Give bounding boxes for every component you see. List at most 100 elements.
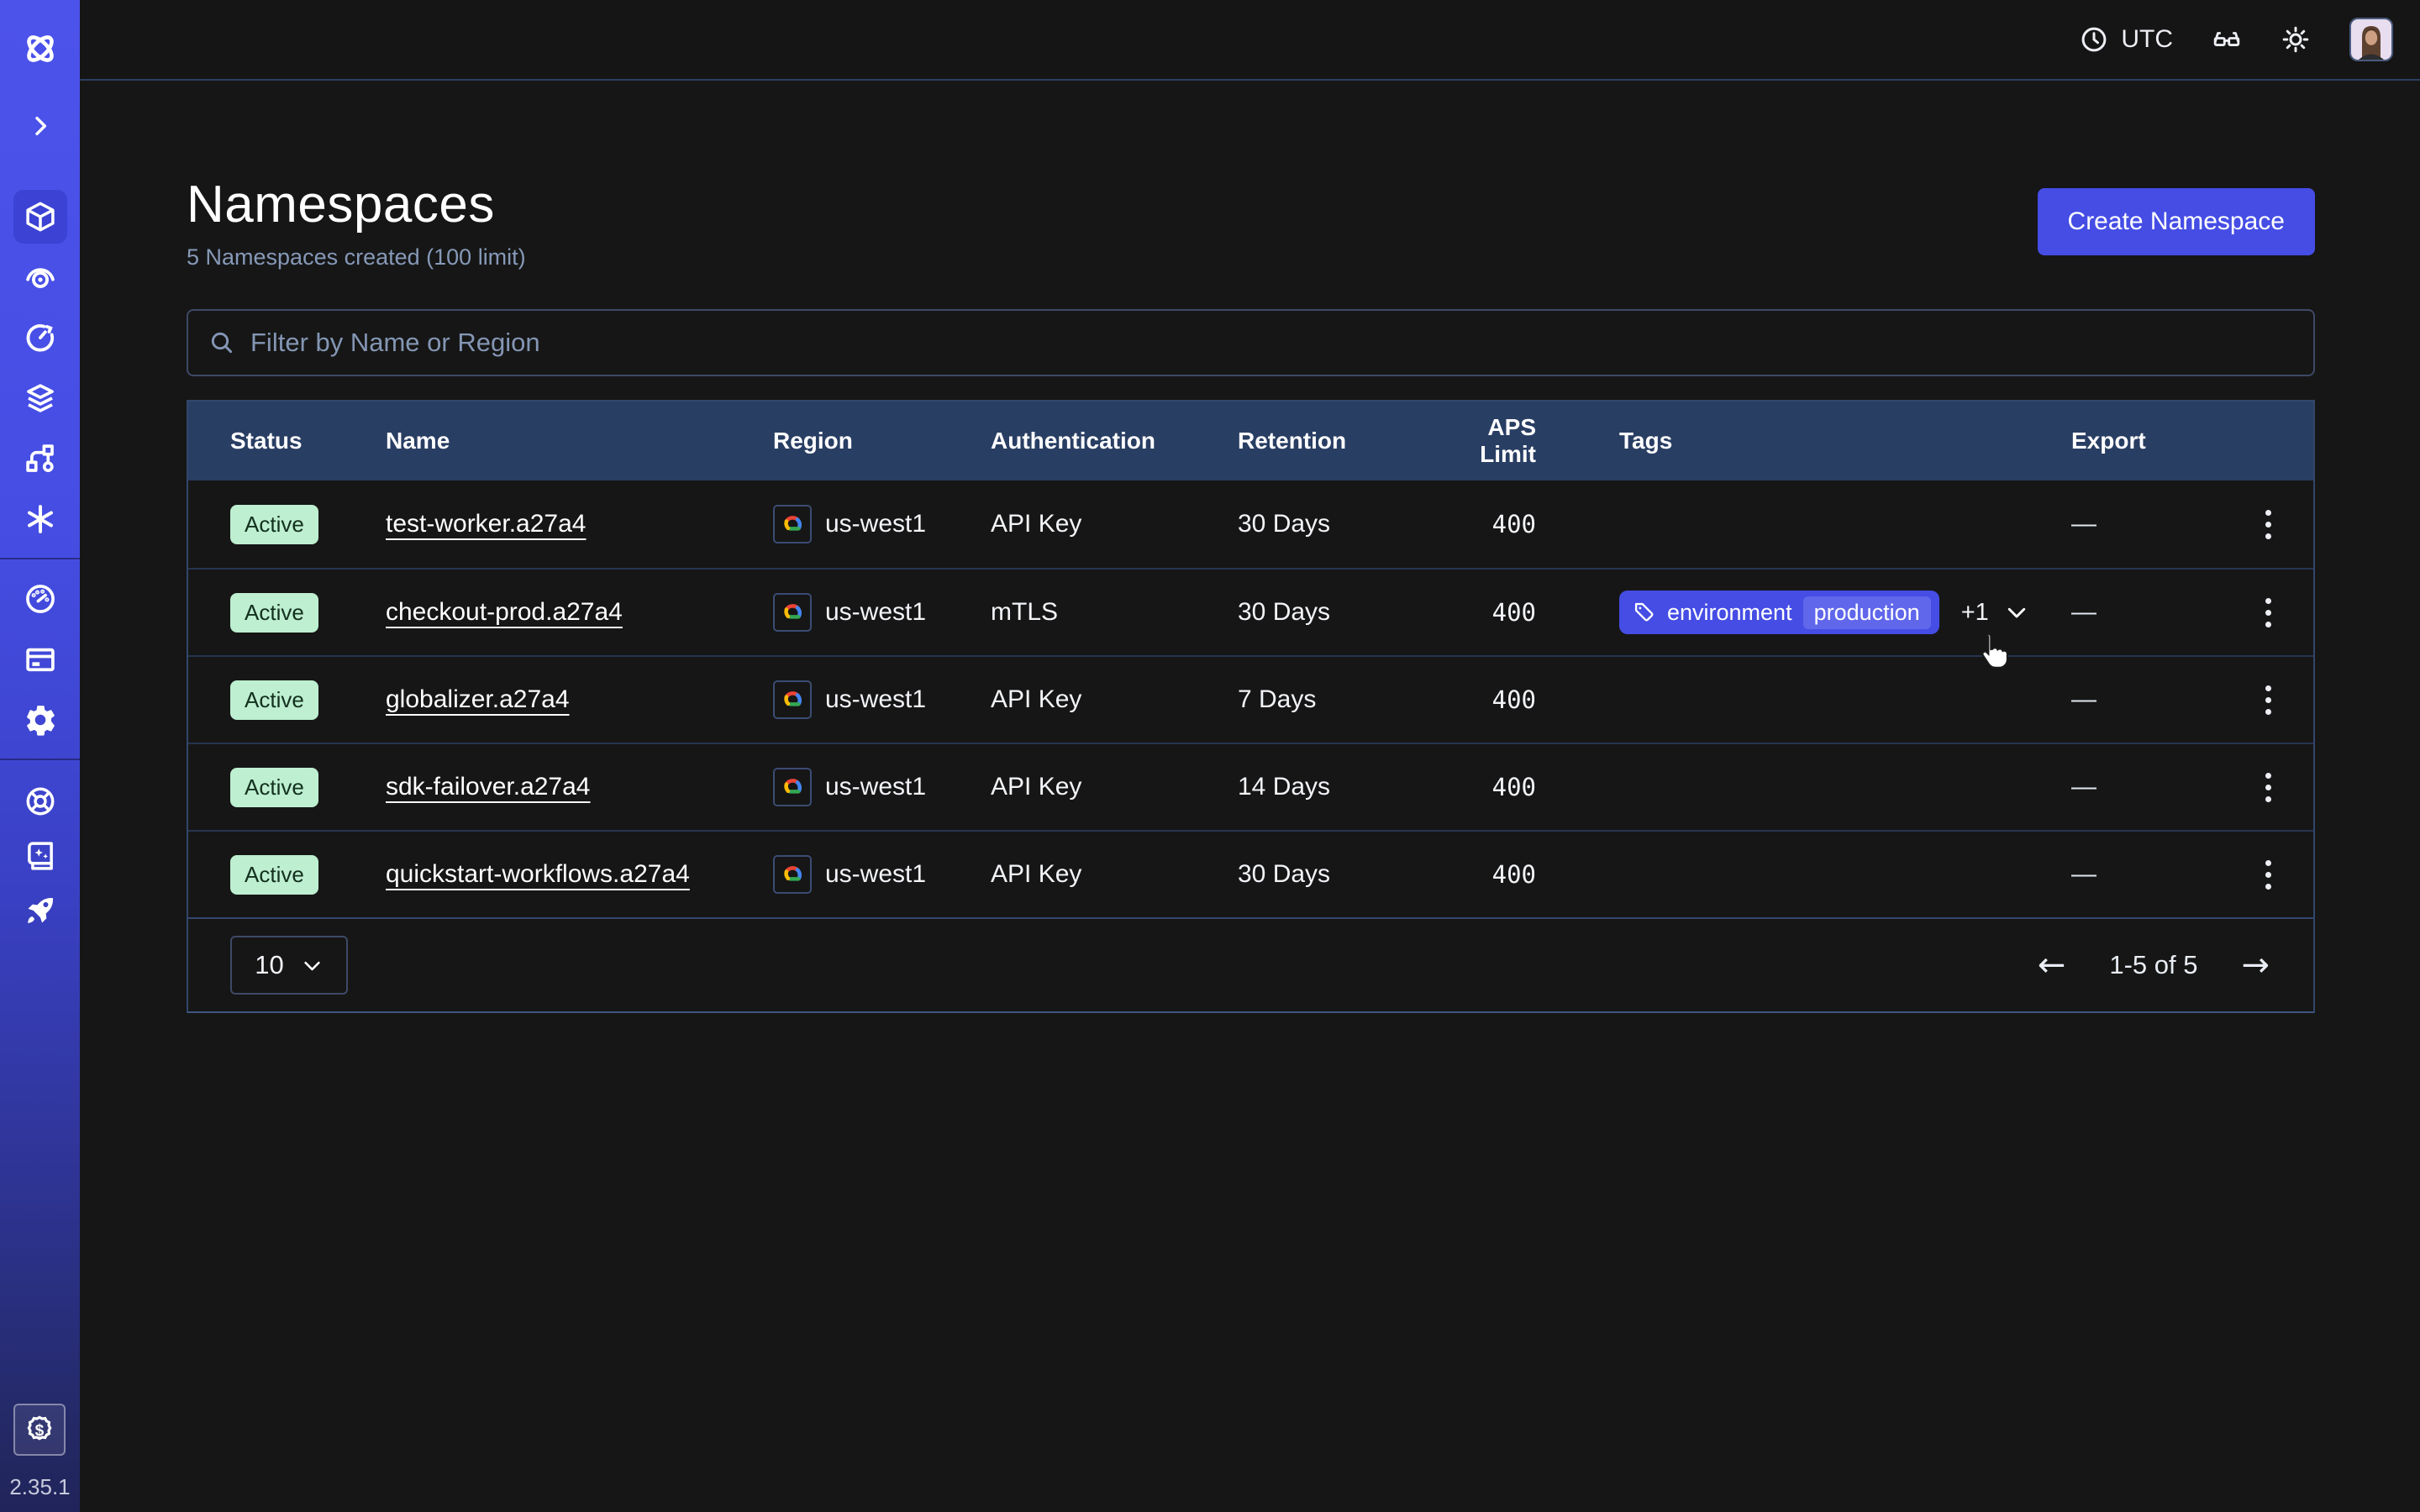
search-icon bbox=[208, 329, 235, 356]
export-value: — bbox=[2071, 598, 2240, 627]
sidebar-item-nexus[interactable] bbox=[13, 432, 67, 486]
row-actions-menu-button[interactable] bbox=[2260, 680, 2276, 720]
sidebar-item-stacks[interactable] bbox=[13, 371, 67, 425]
retention-period: 30 Days bbox=[1238, 510, 1431, 538]
topbar: UTC bbox=[80, 0, 2420, 81]
namespace-limit-subtitle: 5 Namespaces created (100 limit) bbox=[187, 244, 526, 270]
rocket-icon bbox=[23, 893, 58, 928]
table-row: Active test-worker.a27a4 us-west1 API Ke… bbox=[188, 480, 2313, 568]
more-tags-toggle[interactable]: +1 bbox=[1961, 599, 2029, 627]
svg-text:$: $ bbox=[35, 1422, 45, 1440]
namespace-link[interactable]: sdk-failover.a27a4 bbox=[386, 773, 591, 801]
labs-mode-button[interactable] bbox=[2212, 24, 2242, 55]
sidebar-item-support[interactable] bbox=[13, 774, 67, 828]
retention-period: 14 Days bbox=[1238, 773, 1431, 801]
sun-icon bbox=[2281, 24, 2311, 55]
namespace-link[interactable]: checkout-prod.a27a4 bbox=[386, 598, 623, 626]
retention-period: 30 Days bbox=[1238, 598, 1431, 627]
book-sparkles-icon bbox=[23, 838, 58, 874]
create-namespace-button[interactable]: Create Namespace bbox=[2038, 188, 2315, 255]
page-size-value: 10 bbox=[255, 950, 283, 980]
timer-icon bbox=[23, 320, 58, 355]
sidebar-item-services[interactable] bbox=[13, 492, 67, 546]
export-value: — bbox=[2071, 510, 2240, 538]
row-actions-menu-button[interactable] bbox=[2260, 768, 2276, 807]
namespace-link[interactable]: globalizer.a27a4 bbox=[386, 685, 570, 713]
retention-period: 7 Days bbox=[1238, 685, 1431, 714]
layers-icon bbox=[23, 381, 58, 416]
region-label: us-west1 bbox=[825, 773, 926, 801]
chevron-down-icon bbox=[2004, 600, 2029, 625]
column-header-status: Status bbox=[230, 428, 386, 454]
branch-icon bbox=[23, 441, 58, 476]
table-row: Active globalizer.a27a4 us-west1 API Key… bbox=[188, 655, 2313, 743]
namespaces-table: Status Name Region Authentication Retent… bbox=[187, 400, 2315, 1013]
theme-toggle-button[interactable] bbox=[2281, 24, 2311, 55]
tag-icon bbox=[1633, 601, 1656, 624]
table-header-row: Status Name Region Authentication Retent… bbox=[188, 402, 2313, 480]
sidebar-item-billing[interactable] bbox=[13, 633, 67, 686]
column-header-retention: Retention bbox=[1238, 428, 1431, 454]
column-header-name: Name bbox=[386, 428, 773, 454]
sidebar-item-usage[interactable] bbox=[13, 572, 67, 626]
sidebar-item-getting-started[interactable] bbox=[13, 884, 67, 937]
region-label: us-west1 bbox=[825, 685, 926, 714]
asterisk-icon bbox=[23, 501, 58, 537]
status-badge: Active bbox=[230, 855, 318, 895]
aps-limit: 400 bbox=[1431, 773, 1536, 801]
region-label: us-west1 bbox=[825, 510, 926, 538]
chevron-down-icon bbox=[301, 954, 324, 977]
aps-limit: 400 bbox=[1431, 685, 1536, 714]
sidebar-divider bbox=[0, 759, 80, 760]
gcp-icon bbox=[773, 855, 812, 894]
sidebar-item-settings[interactable] bbox=[13, 693, 67, 747]
row-actions-menu-button[interactable] bbox=[2260, 593, 2276, 633]
user-avatar[interactable] bbox=[2349, 18, 2393, 61]
sidebar-item-namespaces[interactable] bbox=[13, 190, 67, 244]
sidebar-item-monitor[interactable] bbox=[13, 250, 67, 304]
namespace-link[interactable]: test-worker.a27a4 bbox=[386, 510, 586, 538]
sidebar-expand-button[interactable] bbox=[13, 99, 67, 153]
gcp-icon bbox=[773, 593, 812, 632]
timezone-selector[interactable]: UTC bbox=[2079, 24, 2173, 55]
status-badge: Active bbox=[230, 768, 318, 807]
timezone-label: UTC bbox=[2121, 25, 2173, 54]
auth-method: API Key bbox=[991, 860, 1238, 889]
sidebar: $ 2.35.1 bbox=[0, 0, 80, 1512]
auth-method: mTLS bbox=[991, 598, 1238, 627]
clock-icon bbox=[2079, 24, 2109, 55]
plan-badge-button[interactable]: $ bbox=[13, 1404, 66, 1456]
region-label: us-west1 bbox=[825, 860, 926, 889]
export-value: — bbox=[2071, 773, 2240, 801]
next-page-button[interactable]: → bbox=[2241, 948, 2270, 982]
table-row: Active quickstart-workflows.a27a4 us-wes… bbox=[188, 830, 2313, 917]
namespace-link[interactable]: quickstart-workflows.a27a4 bbox=[386, 860, 690, 888]
table-row: Active checkout-prod.a27a4 us-west1 mTLS… bbox=[188, 568, 2313, 655]
sidebar-item-usage-history[interactable] bbox=[13, 311, 67, 365]
filter-input[interactable] bbox=[250, 328, 2293, 358]
export-value: — bbox=[2071, 685, 2240, 714]
gauge-icon bbox=[23, 581, 58, 617]
avatar-photo bbox=[2351, 19, 2391, 60]
row-actions-menu-button[interactable] bbox=[2260, 505, 2276, 544]
column-header-tags: Tags bbox=[1536, 428, 2071, 454]
sidebar-item-docs[interactable] bbox=[13, 829, 67, 883]
auth-method: API Key bbox=[991, 685, 1238, 714]
prev-page-button[interactable]: ← bbox=[2038, 948, 2066, 982]
status-badge: Active bbox=[230, 505, 318, 544]
retention-period: 30 Days bbox=[1238, 860, 1431, 889]
aps-limit: 400 bbox=[1431, 510, 1536, 538]
gcp-icon bbox=[773, 505, 812, 543]
status-badge: Active bbox=[230, 680, 318, 720]
auth-method: API Key bbox=[991, 773, 1238, 801]
app-version: 2.35.1 bbox=[9, 1474, 70, 1500]
aps-limit: 400 bbox=[1431, 598, 1536, 627]
region-label: us-west1 bbox=[825, 598, 926, 627]
tag-chip[interactable]: environment production bbox=[1619, 591, 1939, 634]
column-header-aps-limit: APS Limit bbox=[1431, 414, 1536, 468]
temporal-logo-icon bbox=[13, 22, 67, 76]
gcp-icon bbox=[773, 768, 812, 806]
page-size-select[interactable]: 10 bbox=[230, 936, 348, 995]
row-actions-menu-button[interactable] bbox=[2260, 855, 2276, 895]
spiral-eye-icon bbox=[23, 260, 58, 295]
